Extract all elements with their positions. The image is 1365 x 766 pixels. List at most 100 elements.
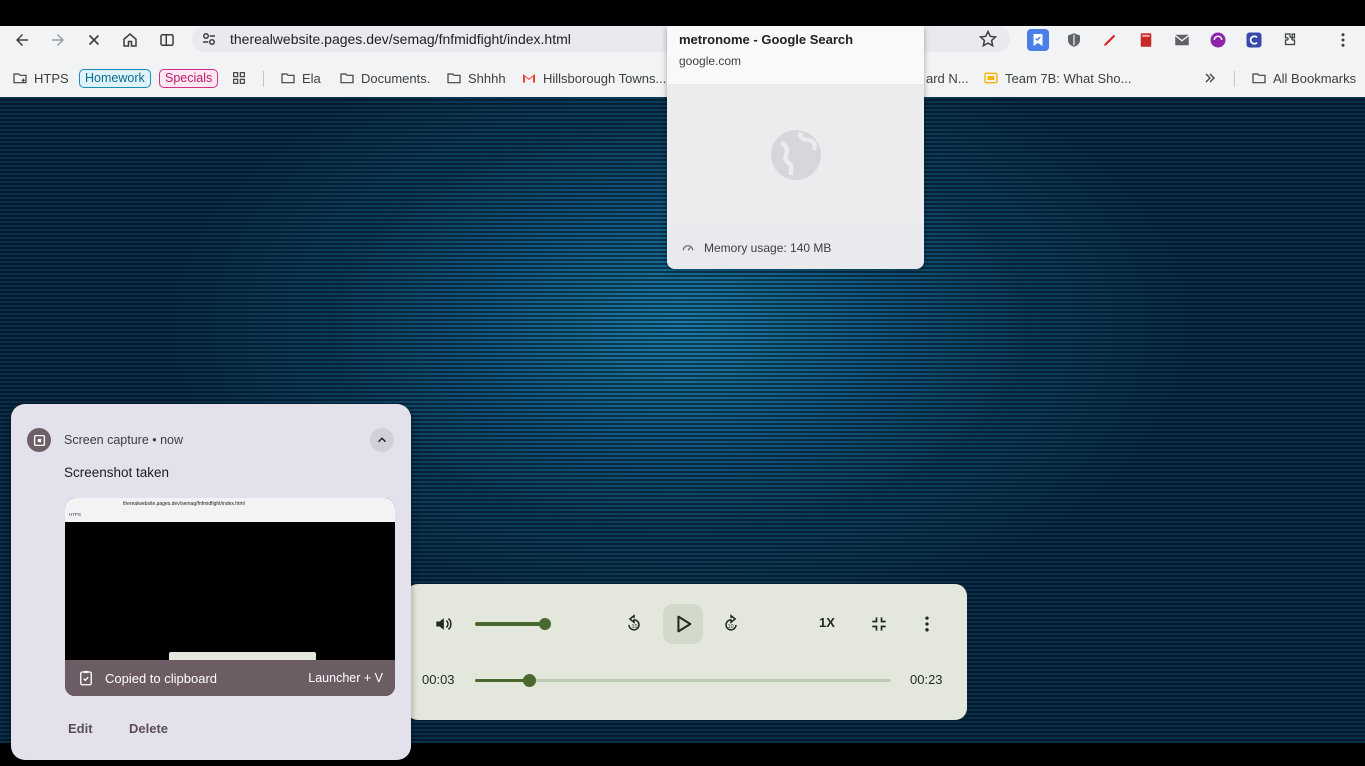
- bookmark-partial[interactable]: ard N...: [926, 68, 969, 88]
- side-panel-icon: [160, 34, 174, 46]
- collapse-button[interactable]: [370, 428, 394, 452]
- edit-button[interactable]: Edit: [68, 721, 93, 736]
- gauge-icon: [682, 244, 694, 251]
- stop-loading-button[interactable]: [82, 28, 106, 52]
- bookmark-hillsborough[interactable]: Hillsborough Towns...: [521, 68, 666, 88]
- clipboard-text: Copied to clipboard: [105, 670, 218, 686]
- exit-fullscreen-button[interactable]: [866, 611, 892, 637]
- total-duration: 00:23: [910, 672, 943, 687]
- bookmark-htps[interactable]: HTPS: [12, 68, 69, 88]
- svg-text:10: 10: [632, 624, 638, 630]
- system-top-bar: [0, 0, 1365, 26]
- tab-hover-domain: google.com: [679, 54, 742, 68]
- bookmark-chip-label: Specials: [159, 68, 219, 88]
- play-icon: [677, 615, 692, 633]
- site-settings-icon[interactable]: [200, 30, 218, 48]
- bookmark-team7b[interactable]: Team 7B: What Sho...: [983, 68, 1131, 88]
- swirl-icon: [1210, 32, 1226, 48]
- volume-slider[interactable]: [475, 622, 545, 626]
- tab-hover-thumbnail: [667, 84, 924, 226]
- forward-10-button[interactable]: 10: [718, 611, 744, 637]
- extensions-menu-button[interactable]: [1279, 29, 1301, 51]
- apps-shortcut[interactable]: [231, 68, 247, 88]
- pen-icon: [1104, 34, 1116, 46]
- notification-title: Screenshot taken: [64, 465, 170, 480]
- bookmark-folder-ela[interactable]: Ela: [280, 68, 321, 88]
- clipboard-check-icon: [80, 670, 92, 686]
- fullscreen-exit-icon: [872, 617, 886, 631]
- bookmark-label: Ela: [302, 70, 321, 86]
- bookmark-folder-shhhh[interactable]: Shhhh: [446, 68, 506, 88]
- bookmark-divider: [1234, 71, 1235, 87]
- player-more-button[interactable]: [914, 611, 940, 637]
- media-player-controls: 10 10 1X 00:03 00:23: [406, 584, 967, 720]
- screen-capture-icon: [27, 428, 51, 452]
- volume-icon: [436, 618, 452, 630]
- slides-icon: [984, 72, 998, 84]
- playback-speed-button[interactable]: 1X: [819, 615, 835, 630]
- clipboard-banner: Copied to clipboard Launcher + V: [65, 660, 395, 696]
- bookmark-specials[interactable]: Specials: [159, 68, 219, 88]
- folder-icon: [281, 73, 295, 84]
- back-button[interactable]: [10, 28, 34, 52]
- bookmark-label: ard N...: [926, 70, 969, 86]
- grid-icon: [233, 72, 245, 84]
- mute-button[interactable]: [430, 611, 456, 637]
- screenshot-notification: Screen capture • now Screenshot taken th…: [11, 404, 411, 760]
- extension-c-button[interactable]: [1243, 29, 1265, 51]
- extension-mail-button[interactable]: [1171, 29, 1193, 51]
- arrow-left-icon: [16, 34, 28, 46]
- bookmark-homework[interactable]: Homework: [79, 68, 151, 88]
- tab-hover-card: metronome - Google Search google.com Mem…: [667, 26, 924, 269]
- home-button[interactable]: [118, 28, 142, 52]
- volume-slider-handle[interactable]: [539, 618, 551, 630]
- extension-bookmark-button[interactable]: [1027, 29, 1049, 51]
- book-icon: [1140, 33, 1152, 47]
- extension-purple-button[interactable]: [1207, 29, 1229, 51]
- folder-icon: [447, 73, 461, 84]
- star-icon[interactable]: [978, 29, 998, 49]
- rewind-10-button[interactable]: 10: [621, 611, 647, 637]
- url-text[interactable]: therealwebsite.pages.dev/semag/fnfmidfig…: [230, 31, 571, 47]
- replay-10-icon: 10: [628, 614, 640, 631]
- chevron-up-icon: [378, 437, 386, 443]
- extension-pen-button[interactable]: [1099, 29, 1121, 51]
- play-button[interactable]: [663, 604, 703, 644]
- mail-icon: [1174, 34, 1190, 46]
- forward-10-icon: 10: [725, 614, 737, 631]
- folder-icon: [340, 73, 354, 84]
- screenshot-preview[interactable]: therealwebsite.pages.dev/semag/fnfmidfig…: [65, 498, 395, 696]
- forward-button[interactable]: [46, 28, 70, 52]
- preview-url: therealwebsite.pages.dev/semag/fnfmidfig…: [123, 501, 245, 507]
- delete-button[interactable]: Delete: [129, 721, 168, 736]
- bookmark-label: Team 7B: What Sho...: [1005, 70, 1132, 86]
- tab-hover-title: metronome - Google Search: [679, 32, 854, 47]
- home-icon: [123, 33, 137, 47]
- bookmark-check-icon: [1033, 34, 1043, 46]
- seek-bar-handle[interactable]: [523, 674, 537, 687]
- svg-text:10: 10: [728, 624, 734, 630]
- preview-bookmark: HTPS: [69, 512, 82, 517]
- bookmarks-overflow-button[interactable]: [1202, 68, 1218, 88]
- all-bookmarks-button[interactable]: All Bookmarks: [1251, 68, 1356, 88]
- bookmark-label: Hillsborough Towns...: [543, 70, 667, 86]
- bookmark-chip-label: Homework: [79, 68, 151, 88]
- memory-usage-text: Memory usage: 140 MB: [704, 240, 832, 255]
- extension-shield-button[interactable]: [1063, 29, 1085, 51]
- letter-c-icon: [1246, 32, 1262, 48]
- bookmark-folder-documents[interactable]: Documents.: [339, 68, 430, 88]
- extension-book-button[interactable]: [1135, 29, 1157, 51]
- notification-app-name: Screen capture • now: [64, 433, 184, 447]
- globe-icon: [770, 130, 821, 180]
- browser-menu-button[interactable]: [1332, 29, 1354, 51]
- chevron-double-right-icon: [1205, 73, 1215, 83]
- bookmark-divider: [263, 71, 264, 87]
- bookmark-label: Documents.: [361, 70, 431, 86]
- seek-bar-progress: [475, 679, 530, 682]
- shield-icon: [1068, 33, 1080, 47]
- close-icon: [88, 34, 100, 46]
- side-panel-button[interactable]: [155, 28, 179, 52]
- folder-add-icon: [13, 73, 27, 84]
- bookmark-label: HTPS: [34, 70, 69, 86]
- seek-bar[interactable]: [475, 679, 891, 682]
